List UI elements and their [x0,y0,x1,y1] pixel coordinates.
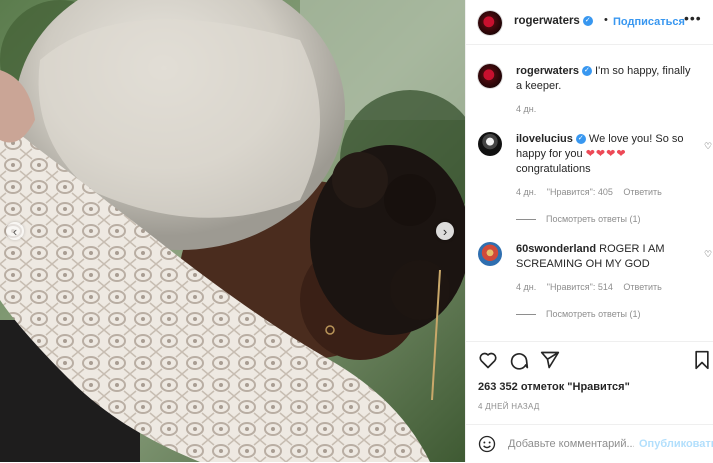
replies-divider [516,219,536,221]
bookmark-icon[interactable] [692,350,712,370]
comment-meta: 4 дн. "Нравится": 514 Ответить [516,282,670,292]
author-username[interactable]: rogerwaters ✓ [514,15,593,27]
chevron-right-icon: › [442,223,448,239]
post-date[interactable]: 4 ДНЕЙ НАЗАД [478,402,540,411]
comment-username[interactable]: 60swonderland [516,243,596,255]
add-comment-bar: Опубликовать [466,424,713,463]
heart-emoji: ❤❤❤❤ [585,148,627,160]
caption-text: rogerwaters ✓ I'm so happy, finally a kee… [516,65,691,92]
author-avatar[interactable] [478,11,502,35]
comment-time[interactable]: 4 дн. [516,282,536,292]
comment-time[interactable]: 4 дн. [516,187,536,197]
verified-badge-icon: ✓ [582,15,593,26]
verified-badge-icon: ✓ [581,66,592,77]
wedding-kiss-photo [0,0,465,462]
replies-divider [516,314,536,316]
post-header: rogerwaters ✓ • Подписаться ••• [466,0,713,45]
caption-author-avatar[interactable] [478,64,502,88]
verified-badge-icon: ✓ [575,134,586,145]
heart-icon[interactable]: ♡ [704,141,712,152]
share-icon[interactable] [540,350,560,370]
reply-button[interactable]: Ответить [623,187,661,197]
reply-button[interactable]: Ответить [623,282,661,292]
more-options-icon[interactable]: ••• [684,10,702,26]
publish-button[interactable]: Опубликовать [639,438,713,450]
post-photo[interactable]: ‹ › [0,0,465,462]
comment-username[interactable]: ilovelucius [516,133,573,145]
next-photo-button[interactable]: › [436,222,454,240]
comment-item: 60swonderland ROGER I AM SCREAMING OH MY… [478,242,712,332]
action-bar [466,341,713,376]
caption-time[interactable]: 4 дн. [516,104,536,114]
smiley-icon[interactable] [478,435,496,453]
view-replies-button[interactable]: Посмотреть ответы (1) [516,214,641,224]
view-replies-button[interactable]: Посмотреть ответы (1) [516,309,641,319]
comment-text: ilovelucius ✓ We love you! So so happy fo… [516,133,684,175]
comment-text: 60swonderland ROGER I AM SCREAMING OH MY… [516,243,665,270]
caption: rogerwaters ✓ I'm so happy, finally a kee… [478,64,710,124]
prev-photo-button[interactable]: ‹ [6,222,24,240]
heart-icon[interactable] [478,350,498,370]
comment-likes[interactable]: "Нравится": 405 [547,187,613,197]
commenter-avatar[interactable] [478,132,502,156]
comment-likes[interactable]: "Нравится": 514 [547,282,613,292]
post-details-panel: rogerwaters ✓ • Подписаться ••• rogerwate… [465,0,713,462]
commenter-avatar[interactable] [478,242,502,266]
comment-meta: 4 дн. "Нравится": 405 Ответить [516,187,670,197]
comment-icon[interactable] [509,350,529,370]
caption-username[interactable]: rogerwaters [516,65,579,77]
heart-icon[interactable]: ♡ [704,249,712,260]
header-separator: • [604,14,608,26]
comment-item: ilovelucius ✓ We love you! So so happy fo… [478,132,712,232]
comment-input[interactable] [508,434,634,454]
chevron-left-icon: ‹ [12,223,18,239]
follow-button[interactable]: Подписаться [613,16,685,28]
instagram-post: ‹ › rogerwaters ✓ • Подписаться ••• roger… [0,0,713,462]
likes-count[interactable]: 263 352 отметок "Нравится" [478,381,630,393]
caption-meta: 4 дн. [516,104,544,114]
